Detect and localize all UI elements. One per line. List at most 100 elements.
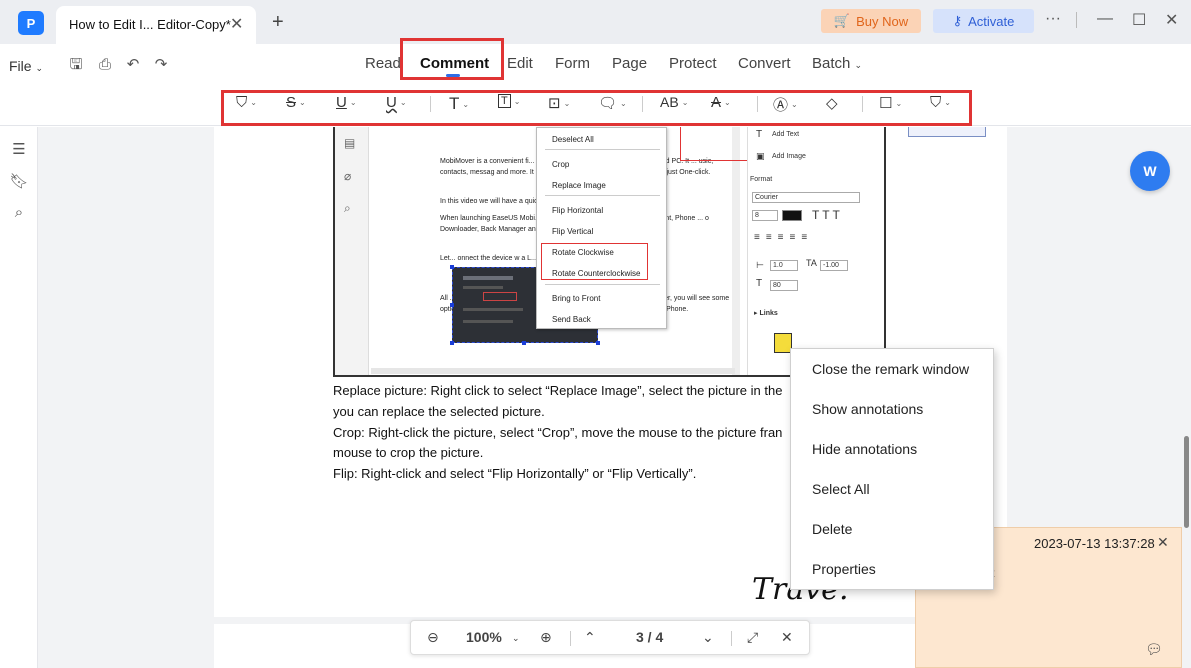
menu-item-delete[interactable]: Delete xyxy=(812,521,852,537)
body-line: you can replace the selected picture. xyxy=(333,403,545,419)
embedded-add-text: Add Text xyxy=(772,131,800,138)
tab-read[interactable]: Read xyxy=(365,55,401,72)
maximize-icon[interactable]: ☐ xyxy=(1132,10,1146,30)
zoom-divider xyxy=(731,631,732,646)
insert-text-tool[interactable]: A ⌄ xyxy=(711,94,731,111)
tab-form[interactable]: Form xyxy=(555,55,590,72)
zoom-out-icon[interactable]: ⊖ xyxy=(427,629,439,646)
zoom-divider xyxy=(570,631,571,646)
activate-button[interactable]: ⚷ Activate xyxy=(933,9,1034,33)
menu-item-close-remark-window[interactable]: Close the remark window xyxy=(812,361,969,377)
tab-protect[interactable]: Protect xyxy=(669,55,717,72)
embedded-line-spacing: 1.0 xyxy=(770,260,798,271)
zoom-in-icon[interactable]: ⊕ xyxy=(540,629,552,646)
print-icon[interactable]: ⎙ xyxy=(96,56,114,74)
highlight-icon: ⛉ xyxy=(236,94,248,111)
tab-comment[interactable]: Comment xyxy=(420,55,489,72)
tab-batch[interactable]: Batch ⌄ xyxy=(812,55,862,72)
page-indicator[interactable]: 3 / 4 xyxy=(636,629,663,645)
tab-convert[interactable]: Convert xyxy=(738,55,791,72)
stamp-tool[interactable]: ⛉ ⌄ xyxy=(930,94,951,111)
shape-tool[interactable]: ☐ ⌄ xyxy=(879,94,902,112)
document-tab[interactable]: How to Edit I... Editor-Copy* ✕ xyxy=(56,6,256,44)
area-highlight-tool[interactable]: Ⓐ ⌄ xyxy=(773,94,798,115)
embedded-char-spacing-icon: TA xyxy=(806,258,817,268)
replace-text-icon: AB xyxy=(660,94,679,110)
menu-item-properties[interactable]: Properties xyxy=(812,561,876,577)
menu-item-select-all[interactable]: Select All xyxy=(812,481,870,497)
embedded-links-label: ▸ Links xyxy=(754,310,778,317)
new-tab-icon[interactable]: + xyxy=(272,11,284,34)
save-icon[interactable]: 🖫 xyxy=(67,56,85,74)
text-tool[interactable]: T ⌄ xyxy=(449,94,469,114)
previous-page-icon[interactable]: ⌃ xyxy=(584,629,596,646)
embedded-format-label: Format xyxy=(750,176,773,183)
vertical-scrollbar[interactable] xyxy=(1184,436,1189,528)
tab-page[interactable]: Page xyxy=(612,55,647,72)
tab-edit[interactable]: Edit xyxy=(507,55,533,72)
callout-tool[interactable]: ⊡ ⌄ xyxy=(548,94,570,112)
menu-item-show-annotations[interactable]: Show annotations xyxy=(812,401,923,417)
undo-icon[interactable]: ↶ xyxy=(124,56,142,74)
cart-icon: 🛒 xyxy=(833,13,851,28)
key-icon: ⚷ xyxy=(952,13,963,28)
body-line: Flip: Right-click and select “Flip Horiz… xyxy=(333,466,697,482)
toolbar-divider xyxy=(862,96,863,112)
reply-icon[interactable]: 💬︎ xyxy=(1145,641,1163,658)
embedded-search-icon: ⌕ xyxy=(344,201,351,215)
callout-icon: ⊡ xyxy=(548,95,561,112)
embedded-attachment-icon: ⌀ xyxy=(344,169,352,183)
zoom-level[interactable]: 100% xyxy=(466,629,502,645)
bookmark-icon[interactable]: 🔖︎ xyxy=(9,172,29,192)
close-zoom-bar-icon[interactable]: ✕ xyxy=(781,629,793,646)
next-page-icon[interactable]: ⌄ xyxy=(702,629,714,646)
file-menu[interactable]: File ⌄ xyxy=(9,58,43,74)
toolbar-divider xyxy=(642,96,643,112)
embedded-menu-item: Flip Vertical xyxy=(552,227,594,236)
selection-handle xyxy=(450,341,454,345)
squiggly-tool[interactable]: U ⌄ xyxy=(386,94,407,111)
redo-icon[interactable]: ↷ xyxy=(152,56,170,74)
embedded-context-menu: Deselect All Crop Replace Image Flip Hor… xyxy=(536,127,667,329)
underline-tool[interactable]: U ⌄ xyxy=(336,94,357,111)
embedded-line-spacing-icon: ⊢ xyxy=(756,260,764,270)
more-options-icon[interactable]: ··· xyxy=(1045,10,1061,28)
document-tab-title: How to Edit I... Editor-Copy* xyxy=(69,17,231,32)
selection-handle xyxy=(450,265,454,269)
embedded-menu-divider xyxy=(545,284,660,285)
embedded-menu-divider xyxy=(545,149,660,150)
close-note-icon[interactable]: ✕ xyxy=(1157,534,1169,551)
stamp-icon: ⛉ xyxy=(930,94,942,111)
minimize-icon[interactable]: — xyxy=(1097,10,1113,28)
buy-now-button[interactable]: 🛒 Buy Now xyxy=(821,9,921,33)
search-icon[interactable]: ⌕ xyxy=(9,204,29,224)
embedded-menu-item: Flip Horizontal xyxy=(552,206,604,215)
replace-text-tool[interactable]: AB ⌄ xyxy=(660,94,688,110)
note-tool[interactable]: 🗨 ⌄ xyxy=(598,94,627,112)
word-convert-button[interactable]: W xyxy=(1130,151,1170,191)
menu-item-hide-annotations[interactable]: Hide annotations xyxy=(812,441,917,457)
annotation-rectangle[interactable] xyxy=(908,127,986,137)
embedded-sidebar xyxy=(335,127,369,375)
activate-label: Activate xyxy=(968,13,1015,29)
title-divider xyxy=(1076,12,1077,28)
embedded-color-swatch xyxy=(782,210,802,221)
embedded-text-icon: T xyxy=(756,129,763,140)
close-tab-icon[interactable]: ✕ xyxy=(230,14,243,34)
embedded-add-image: Add Image xyxy=(772,153,806,160)
eraser-icon: ◇ xyxy=(826,95,838,112)
fullscreen-icon[interactable]: ⤢ xyxy=(747,629,758,646)
highlight-tool[interactable]: ⛉ ⌄ xyxy=(236,94,257,111)
selection-handle xyxy=(596,341,600,345)
textbox-tool[interactable]: T ⌄ xyxy=(498,94,520,108)
strikethrough-tool[interactable]: S ⌄ xyxy=(286,94,306,111)
thumbnails-icon[interactable]: ☰ xyxy=(9,140,29,160)
zoom-dropdown-icon[interactable]: ⌄ xyxy=(512,633,520,644)
menu-bar: File ⌄ 🖫 ⎙ ↶ ↷ Read Comment Edit Form Pa… xyxy=(0,38,1191,84)
eraser-tool[interactable]: ◇ xyxy=(826,94,838,112)
embedded-menu-item: Send Back xyxy=(552,315,591,324)
body-line: Replace picture: Right click to select “… xyxy=(333,383,783,398)
active-tab-indicator xyxy=(446,74,460,77)
underline-icon: U xyxy=(336,94,347,111)
close-window-icon[interactable]: ✕ xyxy=(1165,10,1178,30)
